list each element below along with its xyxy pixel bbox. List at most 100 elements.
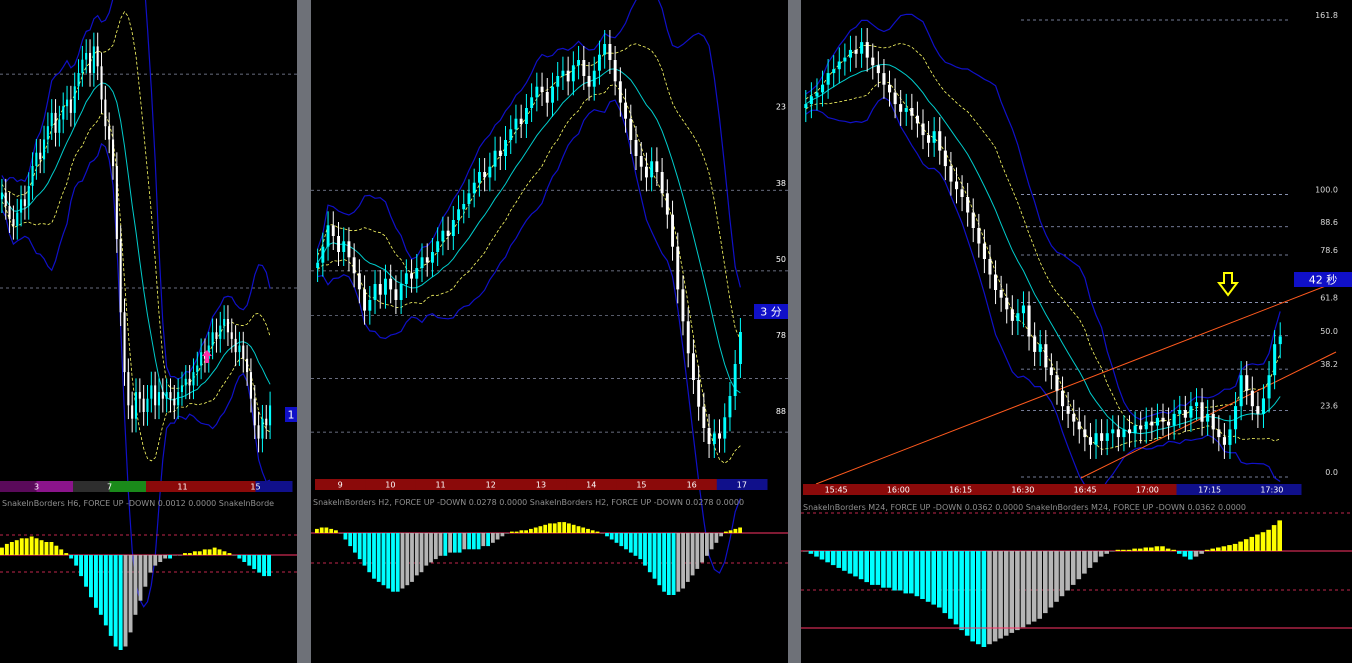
lower-outer-band <box>1 142 271 608</box>
candle-body <box>242 345 245 359</box>
indicator-bar <box>937 551 942 608</box>
indicator-bar <box>724 531 728 533</box>
indicator-bar <box>84 555 88 587</box>
indicator-bar <box>814 551 819 557</box>
indicator-bar <box>1110 551 1115 552</box>
candle-body <box>837 61 841 70</box>
indicator-bar <box>338 533 343 534</box>
candle-body <box>843 57 847 62</box>
indicator-bar <box>733 528 738 533</box>
candle-body <box>219 325 222 339</box>
candle-body <box>676 246 680 290</box>
candle-body <box>1139 425 1143 430</box>
indicator-bar <box>202 549 207 555</box>
indicator-bar <box>148 555 153 573</box>
candle-body <box>43 139 46 160</box>
candle-body <box>1278 336 1282 345</box>
indicator-bar <box>118 555 123 650</box>
candle-body <box>629 118 633 140</box>
indicator-bar <box>367 533 372 573</box>
candle-body <box>692 353 695 380</box>
indicator-bar <box>1137 548 1143 551</box>
candle-body <box>645 166 648 178</box>
candle-body <box>1189 406 1193 418</box>
time-strip-segment <box>182 481 220 492</box>
price-chart-m24[interactable]: 161.8 100.0 88.6 78.6 61.8 50.0 38.2 23.6 0.0 42 … <box>801 0 1352 663</box>
indicator-bar <box>1266 529 1271 551</box>
indicator-bar <box>400 533 405 589</box>
indicator-bar <box>538 526 543 533</box>
candle-body <box>566 70 570 82</box>
indicator-bar <box>510 531 514 533</box>
indicator-bar <box>1121 549 1126 551</box>
candle-body <box>215 332 218 339</box>
chart-pane-h2[interactable]: 23 38 50 78 88 3 分 9 10 11 12 13 14 15 16 17 SnakeInBor… <box>311 0 788 663</box>
time-axis-label: 15 <box>250 483 260 492</box>
indicator-bar <box>1221 546 1227 551</box>
indicator-bar <box>842 551 847 571</box>
candle-body <box>1088 437 1092 445</box>
time-axis-label: 10 <box>385 481 395 490</box>
candle-body <box>509 129 513 140</box>
indicator-bar <box>207 549 212 555</box>
chart-pane-h6[interactable]: 1 3 7 11 15 SnakeInBorders H6, FORCE UP -DOWN… <box>0 0 297 663</box>
candle-body <box>608 44 612 60</box>
candle-body <box>498 150 502 156</box>
indicator-bar <box>552 523 557 533</box>
indicator-bar <box>909 551 914 594</box>
candle-body <box>1128 429 1132 434</box>
indicator-bar <box>981 551 987 647</box>
candle-body <box>921 123 925 136</box>
indicator-bar <box>524 530 528 533</box>
candle-body <box>702 406 706 428</box>
candle-body <box>540 86 544 92</box>
indicator-bar <box>685 533 690 582</box>
time-axis-label: 17 <box>737 481 747 490</box>
indicator-bar <box>212 547 217 555</box>
indicator-bar <box>1216 547 1221 551</box>
price-chart-h6[interactable]: 1 3 7 11 15 SnakeInBorders H6, FORCE UP -DOWN… <box>0 0 297 663</box>
candle-body <box>598 54 601 71</box>
candle-body <box>1116 429 1120 438</box>
time-axis-label: 11 <box>435 481 445 490</box>
indicator-bar <box>581 527 586 533</box>
indicator-bar <box>324 527 329 533</box>
candle-body <box>410 273 413 279</box>
price-chart-h2[interactable]: 23 38 50 78 88 3 分 9 10 11 12 13 14 15 16 17 SnakeInBor… <box>311 0 788 663</box>
chart-pane-m24[interactable]: 161.8 100.0 88.6 78.6 61.8 50.0 38.2 23.6 0.0 42 … <box>801 0 1352 663</box>
indicator-bar <box>1037 551 1042 619</box>
signal-down-arrow-icon <box>1217 272 1239 297</box>
candle-body <box>971 212 975 228</box>
candle-body <box>265 418 268 426</box>
candle-body <box>357 273 361 290</box>
indicator-bar <box>505 533 509 534</box>
indicator-bar <box>381 533 386 586</box>
candle-body <box>1049 367 1053 376</box>
candle-body <box>1161 417 1165 422</box>
candle-body <box>899 104 903 112</box>
indicator-bar <box>681 533 685 589</box>
countdown-badge-label: 1 <box>288 409 295 422</box>
candle-body <box>592 70 596 87</box>
candle-body <box>1183 410 1187 418</box>
indicator-bar <box>1054 551 1059 602</box>
candle-body <box>134 392 137 419</box>
candle-body <box>115 166 118 240</box>
candle-body <box>1150 421 1154 426</box>
candle-body <box>860 42 864 54</box>
indicator-bar <box>414 533 419 576</box>
candle-body <box>1083 429 1087 438</box>
candle-body <box>188 378 191 386</box>
candle-body <box>871 57 875 66</box>
indicator-bar <box>647 533 652 573</box>
upper-outer-band <box>805 13 1281 421</box>
indicator-bar <box>638 533 643 560</box>
candle-body <box>373 284 377 300</box>
candle-body <box>1206 413 1210 422</box>
indicator-title: SnakeInBorders H6, FORCE UP -DOWN 0.0012… <box>2 499 274 508</box>
fib-level-label: 61.8 <box>1320 293 1338 302</box>
candle-body <box>184 378 187 386</box>
indicator-bar <box>738 527 742 533</box>
candle-body <box>1055 375 1059 391</box>
indicator-bar <box>1249 536 1255 551</box>
